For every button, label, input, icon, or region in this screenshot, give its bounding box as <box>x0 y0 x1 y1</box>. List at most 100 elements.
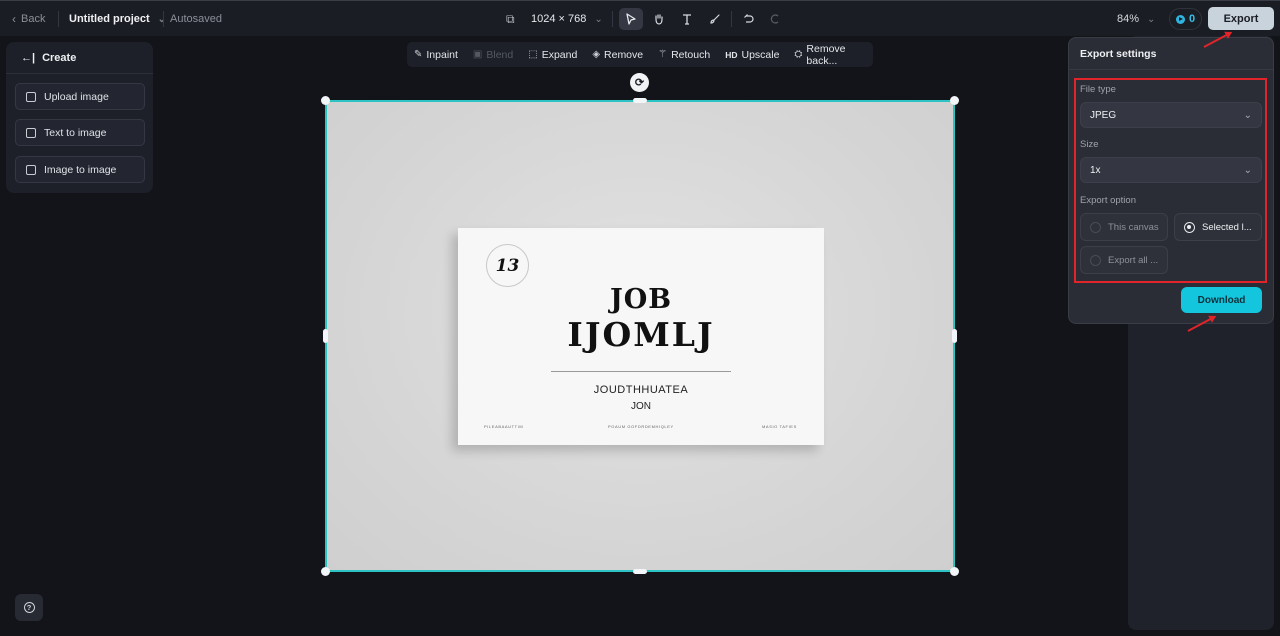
poster-subtitle-line1: JOUDTHHUATEA <box>593 384 689 396</box>
export-option-this-canvas[interactable]: This canvas <box>1080 213 1168 241</box>
back-label: Back <box>21 13 46 25</box>
upload-image-icon <box>26 91 36 102</box>
zoom-dropdown[interactable]: 84% ⌄ <box>1117 1 1155 37</box>
edit-toolbar: ✎ Inpaint ▣ Blend ⬚ Expand ◈ Remove ⚚ Re… <box>407 42 873 67</box>
retouch-button[interactable]: ⚚ Retouch <box>658 49 710 61</box>
credits-count: 0 <box>1188 13 1196 25</box>
chevron-down-icon: ⌄ <box>157 13 167 25</box>
create-panel-header[interactable]: ←| Create <box>6 42 153 74</box>
chevron-left-icon: ‹ <box>12 12 16 26</box>
magic-wand-icon: ⚚ <box>658 49 668 60</box>
text-icon <box>683 14 691 25</box>
size-label: Size <box>1080 139 1099 150</box>
resize-handle-top[interactable] <box>633 98 647 103</box>
expand-label: Expand <box>541 48 578 61</box>
text-to-image-label: Text to image <box>44 126 107 139</box>
undo-icon <box>744 14 754 23</box>
option-label: This canvas <box>1108 221 1159 233</box>
undo-button[interactable] <box>737 8 761 30</box>
chevron-down-icon: ⌄ <box>1243 109 1252 121</box>
poster-badge: 13 <box>486 244 529 287</box>
export-option-selected-layers[interactable]: Selected l... <box>1174 213 1262 241</box>
inpaint-icon: ✎ <box>414 49 423 60</box>
inpaint-button[interactable]: ✎ Inpaint <box>414 49 458 61</box>
blend-button[interactable]: ▣ Blend <box>473 49 513 61</box>
text-tool[interactable] <box>675 8 699 30</box>
text-to-image-button[interactable]: Text to image <box>15 119 145 146</box>
poster-title-line2: IJOMLJ <box>567 315 715 354</box>
poster-footer-right: MASIO TAFIES <box>762 424 797 429</box>
remove-button[interactable]: ◈ Remove <box>592 49 643 61</box>
file-type-value: JPEG <box>1090 109 1117 121</box>
help-icon: ? <box>23 602 35 613</box>
resize-handle-bottom-left[interactable] <box>321 567 330 576</box>
select-tool[interactable] <box>619 8 643 30</box>
credit-icon <box>1175 14 1185 24</box>
image-to-image-label: Image to image <box>44 163 117 176</box>
export-settings-title: Export settings <box>1069 38 1273 70</box>
poster-footer-left: PILEABAAUTTIM <box>484 424 524 429</box>
create-panel-title: Create <box>42 51 77 64</box>
hand-icon <box>655 14 663 25</box>
remove-background-button[interactable]: ⛭ Remove back... <box>794 43 858 67</box>
chevron-down-icon: ⌄ <box>1147 13 1156 25</box>
collapse-left-icon: ←| <box>21 51 36 64</box>
hd-icon: HD <box>725 49 738 60</box>
retouch-label: Retouch <box>671 48 711 61</box>
export-option-export-all[interactable]: Export all ... <box>1080 246 1168 274</box>
hand-tool[interactable] <box>647 8 671 30</box>
divider <box>731 11 732 27</box>
remove-background-icon: ⛭ <box>794 49 803 60</box>
divider <box>58 11 59 27</box>
download-button[interactable]: Download <box>1181 287 1262 313</box>
export-settings-popover: Export settings File type JPEG ⌄ Size 1x… <box>1068 37 1274 324</box>
file-type-label: File type <box>1080 84 1116 95</box>
file-type-select[interactable]: JPEG ⌄ <box>1080 102 1262 128</box>
resize-icon[interactable]: ⧉ <box>506 1 515 37</box>
brush-tool[interactable] <box>703 8 727 30</box>
divider <box>612 11 613 27</box>
help-button[interactable]: ? <box>15 594 43 621</box>
resize-handle-right[interactable] <box>952 329 957 343</box>
inpaint-label: Inpaint <box>426 48 458 61</box>
canvas-size: 1024 × 768 <box>531 13 587 25</box>
size-value: 1x <box>1090 164 1101 176</box>
radio-icon <box>1090 254 1101 266</box>
poster-subtitle-line2: JON <box>631 401 651 412</box>
resize-handle-top-left[interactable] <box>321 96 330 105</box>
canvas-image[interactable]: 13 JOB IJOMLJ JOUDTHHUATEA JON PILEABAAU… <box>325 100 955 572</box>
top-bar: ‹ Back Untitled project ⌄ Autosaved ⧉ 10… <box>0 0 1280 36</box>
create-panel: ←| Create Upload image Text to image Ima… <box>6 42 153 193</box>
resize-handle-bottom[interactable] <box>633 569 647 574</box>
upload-image-button[interactable]: Upload image <box>15 83 145 110</box>
expand-icon: ⬚ <box>528 49 538 60</box>
rotate-handle[interactable]: ⟳ <box>630 73 649 92</box>
credits-badge[interactable]: 0 <box>1169 8 1202 30</box>
canvas-size-dropdown[interactable]: 1024 × 768 ⌄ <box>531 1 603 37</box>
save-status: Autosaved <box>170 13 222 25</box>
image-to-image-button[interactable]: Image to image <box>15 156 145 183</box>
poster-rule <box>551 371 731 372</box>
export-option-label: Export option <box>1080 195 1136 206</box>
redo-button[interactable] <box>763 8 787 30</box>
redo-icon <box>770 14 779 24</box>
size-select[interactable]: 1x ⌄ <box>1080 157 1262 183</box>
upload-image-label: Upload image <box>44 90 109 103</box>
blend-icon: ▣ <box>472 49 483 60</box>
export-button[interactable]: Export <box>1208 7 1274 30</box>
blend-label: Blend <box>486 48 514 61</box>
divider <box>163 11 164 27</box>
resize-handle-left[interactable] <box>323 329 328 343</box>
back-button[interactable]: ‹ Back <box>12 1 45 37</box>
brush-icon <box>710 14 720 24</box>
poster-title-line1: JOB <box>609 284 673 315</box>
eraser-icon: ◈ <box>592 49 601 60</box>
resize-handle-bottom-right[interactable] <box>950 567 959 576</box>
upscale-button[interactable]: HD Upscale <box>725 49 779 61</box>
resize-handle-top-right[interactable] <box>950 96 959 105</box>
text-to-image-icon <box>26 127 36 138</box>
project-name-dropdown[interactable]: Untitled project ⌄ <box>69 1 166 37</box>
chevron-down-icon: ⌄ <box>594 13 603 25</box>
remove-background-label: Remove back... <box>806 42 846 67</box>
expand-button[interactable]: ⬚ Expand <box>528 49 577 61</box>
